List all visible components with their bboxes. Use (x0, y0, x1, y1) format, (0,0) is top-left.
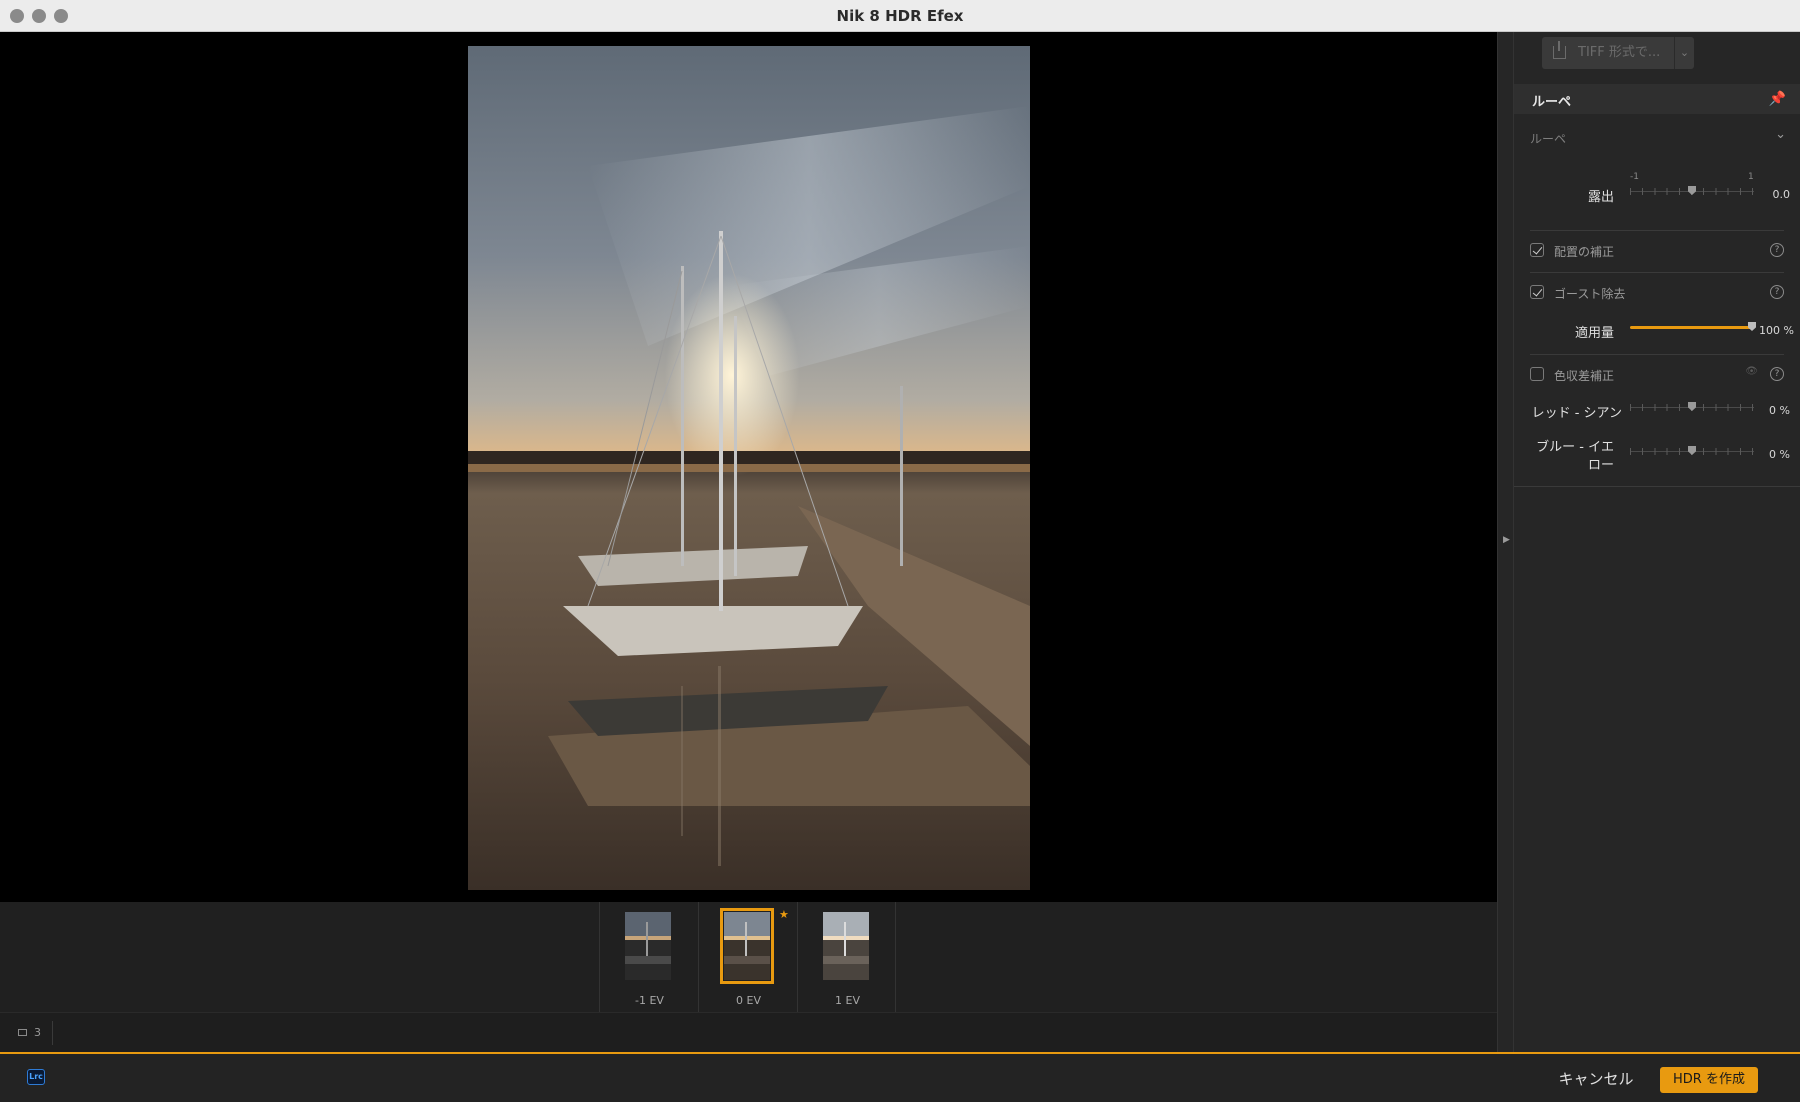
chromatic-aberration-label: 色収差補正 (1554, 369, 1615, 383)
bracket-thumbnail[interactable] (625, 912, 671, 980)
bracket-label: 1 EV (835, 994, 860, 1007)
help-icon[interactable]: ? (1770, 285, 1784, 299)
ghost-removal-row: ゴースト除去 ? (1530, 282, 1784, 304)
preview-canvas[interactable] (0, 32, 1497, 902)
help-icon[interactable]: ? (1770, 243, 1784, 257)
subsection-title: ルーペ (1530, 132, 1567, 146)
cancel-button[interactable]: キャンセル (1548, 1068, 1644, 1090)
filmstrip-item[interactable]: ★ 0 EV (698, 902, 797, 1012)
ghost-removal-checkbox[interactable] (1530, 285, 1544, 299)
title-bar: Nik 8 HDR Efex (0, 0, 1800, 32)
blue-yellow-label-line2: ロー (1587, 458, 1614, 473)
amount-slider[interactable] (1630, 320, 1756, 334)
blue-yellow-slider[interactable] (1630, 444, 1754, 458)
star-icon: ★ (779, 908, 789, 921)
blue-yellow-value: 0 % (1769, 448, 1790, 461)
image-icon (18, 1029, 27, 1036)
export-dropdown-button[interactable]: ⌄ (1674, 37, 1694, 69)
collapse-arrow-icon[interactable]: ▶ (1503, 535, 1510, 545)
red-cyan-slider[interactable] (1630, 400, 1754, 414)
section-title: ルーペ (1532, 95, 1572, 110)
chromatic-aberration-checkbox[interactable] (1530, 367, 1544, 381)
exposure-max-label: 1 (1748, 172, 1754, 182)
ghost-removal-label: ゴースト除去 (1554, 287, 1626, 301)
exposure-slider[interactable] (1630, 184, 1754, 198)
red-cyan-label: レッド - シアン (1531, 406, 1622, 421)
filmstrip: -1 EV ★ 0 EV 1 EV (0, 902, 1497, 1012)
export-label: TIFF 形式で... (1578, 45, 1661, 60)
pin-icon[interactable]: 📌 (1769, 91, 1786, 107)
footer-bar: Lrc キャンセル HDR を作成 (0, 1052, 1800, 1102)
loupe-subsection-header[interactable]: ルーペ ⌄ (1514, 116, 1800, 156)
loupe-section-header[interactable]: ルーペ 📌 (1514, 84, 1800, 114)
preview-image (468, 46, 1030, 890)
help-icon[interactable]: ? (1770, 367, 1784, 381)
panel-divider[interactable]: ▶ (1497, 32, 1514, 1052)
window-title: Nik 8 HDR Efex (836, 7, 964, 25)
bracket-label: 0 EV (736, 994, 761, 1007)
chevron-down-icon: ⌄ (1775, 127, 1786, 142)
filmstrip-item[interactable]: 1 EV (797, 902, 896, 1012)
amount-slider-thumb[interactable] (1748, 322, 1756, 331)
alignment-row: 配置の補正 ? (1530, 240, 1784, 262)
eye-icon[interactable]: 👁 (1745, 366, 1758, 377)
export-button[interactable]: TIFF 形式で... (1542, 37, 1694, 69)
create-hdr-button[interactable]: HDR を作成 (1660, 1067, 1758, 1093)
exposure-value: 0.0 (1772, 188, 1791, 201)
bracket-thumbnail-selected[interactable] (720, 908, 774, 984)
settings-panel: TIFF 形式で... ⌄ ルーペ 📌 ルーペ ⌄ -1 1 露出 0.0 配置… (1514, 32, 1800, 1052)
upload-icon (1553, 41, 1566, 59)
filmstrip-item[interactable]: -1 EV (599, 902, 698, 1012)
chevron-down-icon: ⌄ (1679, 46, 1690, 59)
bracket-label: -1 EV (635, 994, 664, 1007)
bracket-thumbnail[interactable] (823, 912, 869, 980)
exposure-label: 露出 (1587, 190, 1614, 205)
image-count-bar: 3 (0, 1012, 1497, 1052)
exposure-min-label: -1 (1630, 172, 1639, 182)
chromatic-aberration-row: 色収差補正 👁 ? (1530, 364, 1784, 386)
blue-yellow-label-line1: ブルー - イエ (1536, 440, 1614, 455)
amount-label: 適用量 (1574, 326, 1614, 341)
amount-value: 100 % (1759, 324, 1794, 337)
lightroom-badge: Lrc (27, 1069, 45, 1085)
alignment-label: 配置の補正 (1554, 245, 1615, 259)
red-cyan-value: 0 % (1769, 404, 1790, 417)
alignment-checkbox[interactable] (1530, 243, 1544, 257)
amount-slider-fill (1630, 326, 1752, 329)
image-count: 3 (34, 1026, 41, 1039)
